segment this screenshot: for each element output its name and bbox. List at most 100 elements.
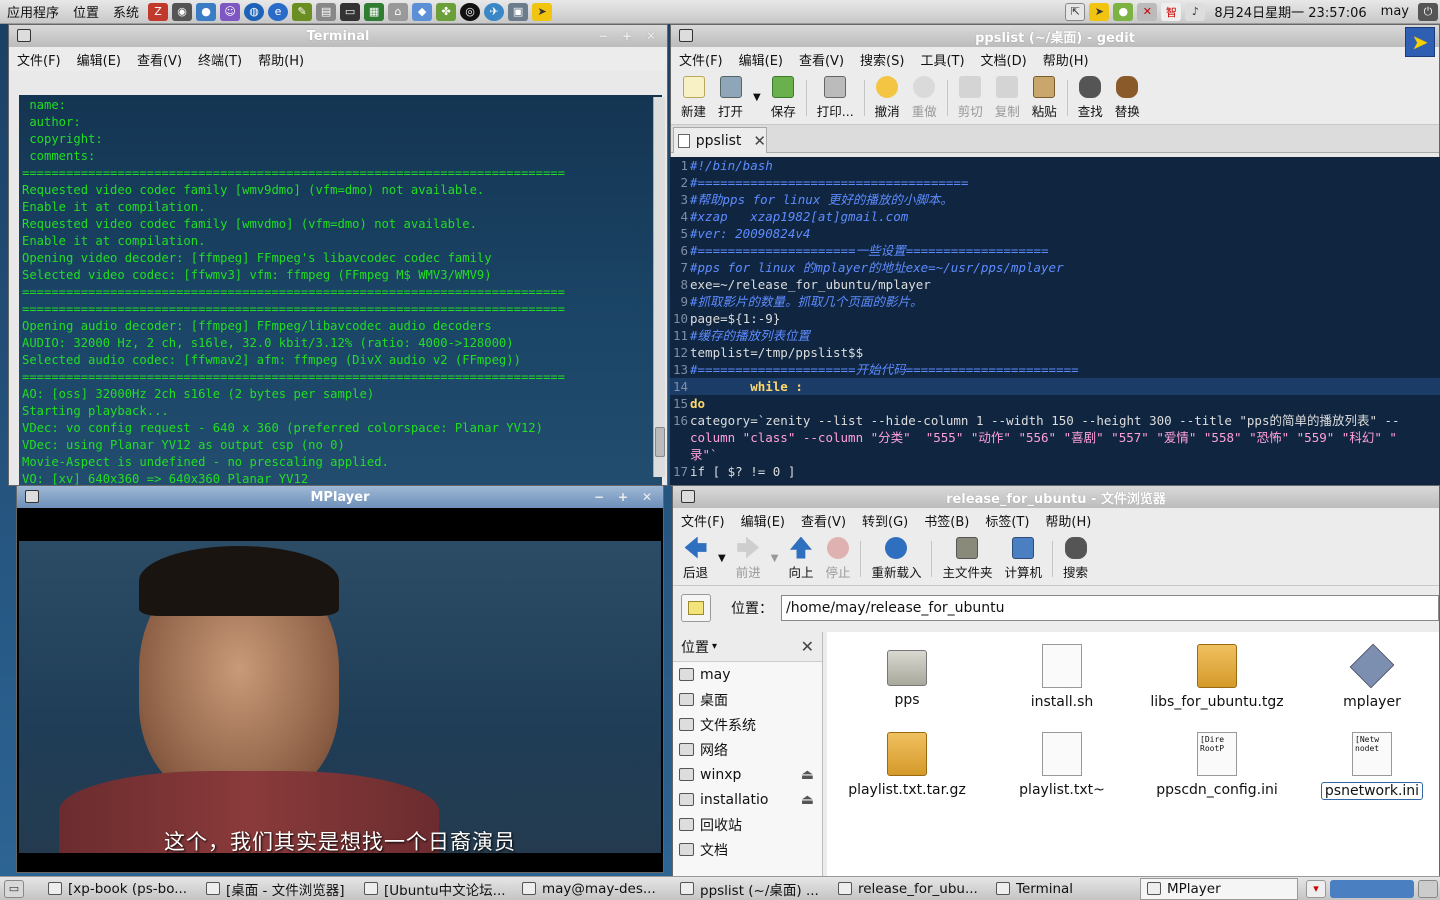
save-button[interactable]: 保存 xyxy=(765,73,802,123)
remote-launcher-icon[interactable]: ▣ xyxy=(508,2,529,21)
sidebar-item-0[interactable]: may xyxy=(673,662,822,687)
location-input[interactable]: /home/may/release_for_ubuntu xyxy=(781,595,1439,621)
forward-dropdown-icon[interactable]: ▼ xyxy=(771,553,779,564)
sidebar-item-5[interactable]: installatio ⏏ xyxy=(673,787,822,812)
gedit-titlebar[interactable]: ppslist (~/桌面) - gedit ➤ xyxy=(671,25,1439,57)
trash-tray-icon[interactable] xyxy=(1418,879,1438,898)
notification-tray-icon[interactable]: ➤ xyxy=(1089,2,1110,21)
show-desktop-icon[interactable]: ▭ xyxy=(4,879,24,898)
menu-places[interactable]: 位置 xyxy=(66,2,106,21)
file-item[interactable]: install.sh xyxy=(987,644,1137,710)
maximize-icon[interactable]: + xyxy=(619,28,635,43)
taskbar-button[interactable]: [桌面 - 文件浏览器] xyxy=(200,878,358,900)
terminal-menu-view[interactable]: 查看(V) xyxy=(129,50,190,69)
terminal-output[interactable]: name: author: copyright: comments: ======… xyxy=(19,95,662,485)
desktop-plane-icon[interactable]: ➤ xyxy=(1405,27,1435,57)
sidebar-item-7[interactable]: 文档 xyxy=(673,837,822,862)
file-item[interactable]: [Netw nodet psnetwork.ini xyxy=(1297,732,1439,800)
redo-button[interactable]: 重做 xyxy=(906,73,943,123)
terminal-launcher-icon[interactable]: ▭ xyxy=(340,2,361,21)
taskbar-button[interactable]: [Ubuntu中文论坛... xyxy=(358,878,516,900)
browser-launcher-icon[interactable]: e xyxy=(268,2,289,21)
stop-button[interactable]: 停止 xyxy=(819,534,856,584)
reload-button[interactable]: 重新载入 xyxy=(865,534,927,584)
taskbar-button[interactable]: release_for_ubu... xyxy=(832,878,990,900)
browser-menu-bookmarks[interactable]: 书签(B) xyxy=(916,511,977,530)
file-item[interactable]: playlist.txt.tar.gz xyxy=(832,732,982,798)
sidebar-item-2[interactable]: 文件系统 xyxy=(673,712,822,737)
sidebar-item-4[interactable]: winxp ⏏ xyxy=(673,762,822,787)
taskbar-button[interactable]: [xp-book (ps-bo... xyxy=(42,878,200,900)
minimize-icon[interactable]: − xyxy=(595,28,611,43)
tab-close-icon[interactable]: ✕ xyxy=(753,132,766,150)
chat-launcher-icon[interactable]: ● xyxy=(196,2,217,21)
terminal-scrollbar[interactable] xyxy=(653,97,665,477)
plane-launcher-icon[interactable]: ➤ xyxy=(532,2,553,21)
network-tray-icon[interactable]: ✕ xyxy=(1137,2,1158,21)
scrollbar-thumb[interactable] xyxy=(655,427,665,457)
replace-button[interactable]: 替换 xyxy=(1109,73,1146,123)
user-menu[interactable]: may xyxy=(1374,4,1416,19)
media-launcher-icon[interactable]: ◎ xyxy=(460,2,481,21)
close-icon[interactable]: ✕ xyxy=(639,489,655,504)
volume-icon[interactable]: ♪ xyxy=(1185,2,1206,21)
box-launcher-icon[interactable]: ◆ xyxy=(412,2,433,21)
search-button[interactable]: 搜索 xyxy=(1057,534,1094,584)
filezilla-launcher-icon[interactable]: Z xyxy=(148,2,169,21)
mplayer-titlebar[interactable]: MPlayer − + ✕ xyxy=(17,486,663,508)
menu-system[interactable]: 系统 xyxy=(106,2,146,21)
terminal-menu-terminal[interactable]: 终端(T) xyxy=(190,50,250,69)
sidebar-item-1[interactable]: 桌面 xyxy=(673,687,822,712)
gedit-menu-tools[interactable]: 工具(T) xyxy=(912,50,972,69)
clock[interactable]: 8月24日星期一 23:57:06 xyxy=(1207,2,1373,21)
video-frame[interactable] xyxy=(19,541,661,853)
file-item[interactable]: pps xyxy=(832,644,982,708)
terminal-menu-file[interactable]: 文件(F) xyxy=(9,50,69,69)
workspace-switcher[interactable] xyxy=(1330,879,1414,898)
file-item[interactable]: mplayer xyxy=(1297,643,1439,710)
camera-launcher-icon[interactable]: ◉ xyxy=(172,2,193,21)
globe-launcher-icon[interactable]: ◍ xyxy=(244,2,265,21)
terminal-menu-edit[interactable]: 编辑(E) xyxy=(69,50,129,69)
browser-menu-view[interactable]: 查看(V) xyxy=(793,511,854,530)
gedit-menu-help[interactable]: 帮助(H) xyxy=(1035,50,1097,69)
open-button[interactable]: 打开 xyxy=(712,73,749,123)
cut-button[interactable]: 剪切 xyxy=(952,73,989,123)
maximize-icon[interactable]: + xyxy=(615,489,631,504)
puzzle-launcher-icon[interactable]: ✤ xyxy=(436,2,457,21)
taskbar-button[interactable]: may@may-des... xyxy=(516,878,674,900)
monitor-launcher-icon[interactable]: ▦ xyxy=(364,2,385,21)
taskbar-button[interactable]: Terminal xyxy=(990,878,1140,900)
messenger-launcher-icon[interactable]: ☺ xyxy=(220,2,241,21)
screen-tray-icon[interactable]: ⇱ xyxy=(1065,2,1086,21)
file-item[interactable]: [Dire RootP ppscdn_config.ini xyxy=(1142,732,1292,798)
terminal-titlebar[interactable]: Terminal − + ✕ xyxy=(9,25,667,47)
toggle-location-button[interactable] xyxy=(681,594,711,622)
terminal-menu-help[interactable]: 帮助(H) xyxy=(250,50,312,69)
browser-menu-file[interactable]: 文件(F) xyxy=(673,511,733,530)
pidgin-launcher-icon[interactable]: ✈ xyxy=(484,2,505,21)
eject-icon[interactable]: ⏏ xyxy=(801,792,814,808)
input-method-icon[interactable]: 智 xyxy=(1161,2,1182,21)
computer-button[interactable]: 计算机 xyxy=(999,534,1049,584)
new-button[interactable]: 新建 xyxy=(675,73,712,123)
browser-menu-go[interactable]: 转到(G) xyxy=(854,511,916,530)
power-icon[interactable]: ⏻ xyxy=(1418,2,1438,21)
code-editor[interactable]: 1 #!/bin/bash 2 #==========================… xyxy=(670,157,1440,485)
gedit-menu-file[interactable]: 文件(F) xyxy=(671,50,731,69)
network-launcher-icon[interactable]: ⌂ xyxy=(388,2,409,21)
sidebar-item-6[interactable]: 回收站 xyxy=(673,812,822,837)
editor-launcher-icon[interactable]: ✎ xyxy=(292,2,313,21)
tab-ppslist[interactable]: ppslist ✕ xyxy=(673,127,767,153)
sidebar-header[interactable]: 位置 ▾ ✕ xyxy=(673,632,822,662)
print-button[interactable]: 打印... xyxy=(811,73,860,123)
undo-button[interactable]: 撤消 xyxy=(869,73,906,123)
taskbar-button[interactable]: ppslist (~/桌面) ... xyxy=(674,878,832,900)
paste-button[interactable]: 粘贴 xyxy=(1026,73,1063,123)
sidebar-item-3[interactable]: 网络 xyxy=(673,737,822,762)
back-button[interactable]: 后退 xyxy=(677,534,714,584)
file-item[interactable]: libs_for_ubuntu.tgz xyxy=(1142,644,1292,710)
back-dropdown-icon[interactable]: ▼ xyxy=(718,553,726,564)
minimize-icon[interactable]: − xyxy=(591,489,607,504)
disk-launcher-icon[interactable]: ▤ xyxy=(316,2,337,21)
